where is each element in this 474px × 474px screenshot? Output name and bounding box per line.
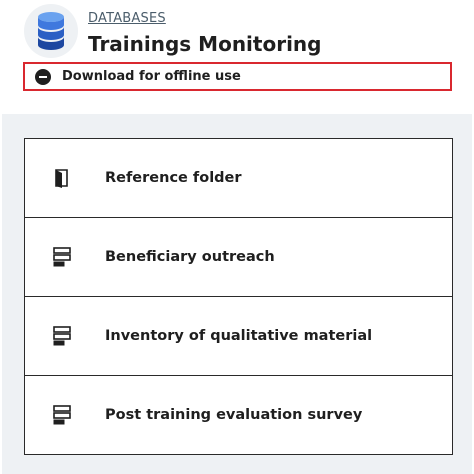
- download-offline-button[interactable]: Download for offline use: [23, 62, 452, 91]
- breadcrumb-databases[interactable]: DATABASES: [88, 11, 166, 26]
- page-header: DATABASES Trainings Monitoring Download …: [0, 0, 474, 110]
- database-icon: [24, 4, 78, 58]
- database-list: Reference folder Beneficiary outreach In…: [24, 138, 453, 455]
- form-icon: [25, 296, 95, 376]
- list-item-label: Reference folder: [105, 170, 242, 186]
- page-title: Trainings Monitoring: [88, 32, 322, 56]
- list-item-label: Beneficiary outreach: [105, 249, 275, 265]
- form-icon: [25, 375, 95, 455]
- list-item-beneficiary-outreach[interactable]: Beneficiary outreach: [24, 217, 453, 297]
- list-item-inventory-qualitative[interactable]: Inventory of qualitative material: [24, 296, 453, 376]
- list-item-label: Post training evaluation survey: [105, 407, 363, 423]
- content-panel: Reference folder Beneficiary outreach In…: [2, 114, 472, 474]
- minus-circle-icon: [35, 68, 51, 85]
- download-offline-label: Download for offline use: [62, 69, 241, 84]
- form-icon: [25, 217, 95, 297]
- list-item-post-training-survey[interactable]: Post training evaluation survey: [24, 375, 453, 455]
- folder-icon: [25, 138, 95, 218]
- list-item-label: Inventory of qualitative material: [105, 328, 373, 344]
- list-item-reference-folder[interactable]: Reference folder: [24, 138, 453, 218]
